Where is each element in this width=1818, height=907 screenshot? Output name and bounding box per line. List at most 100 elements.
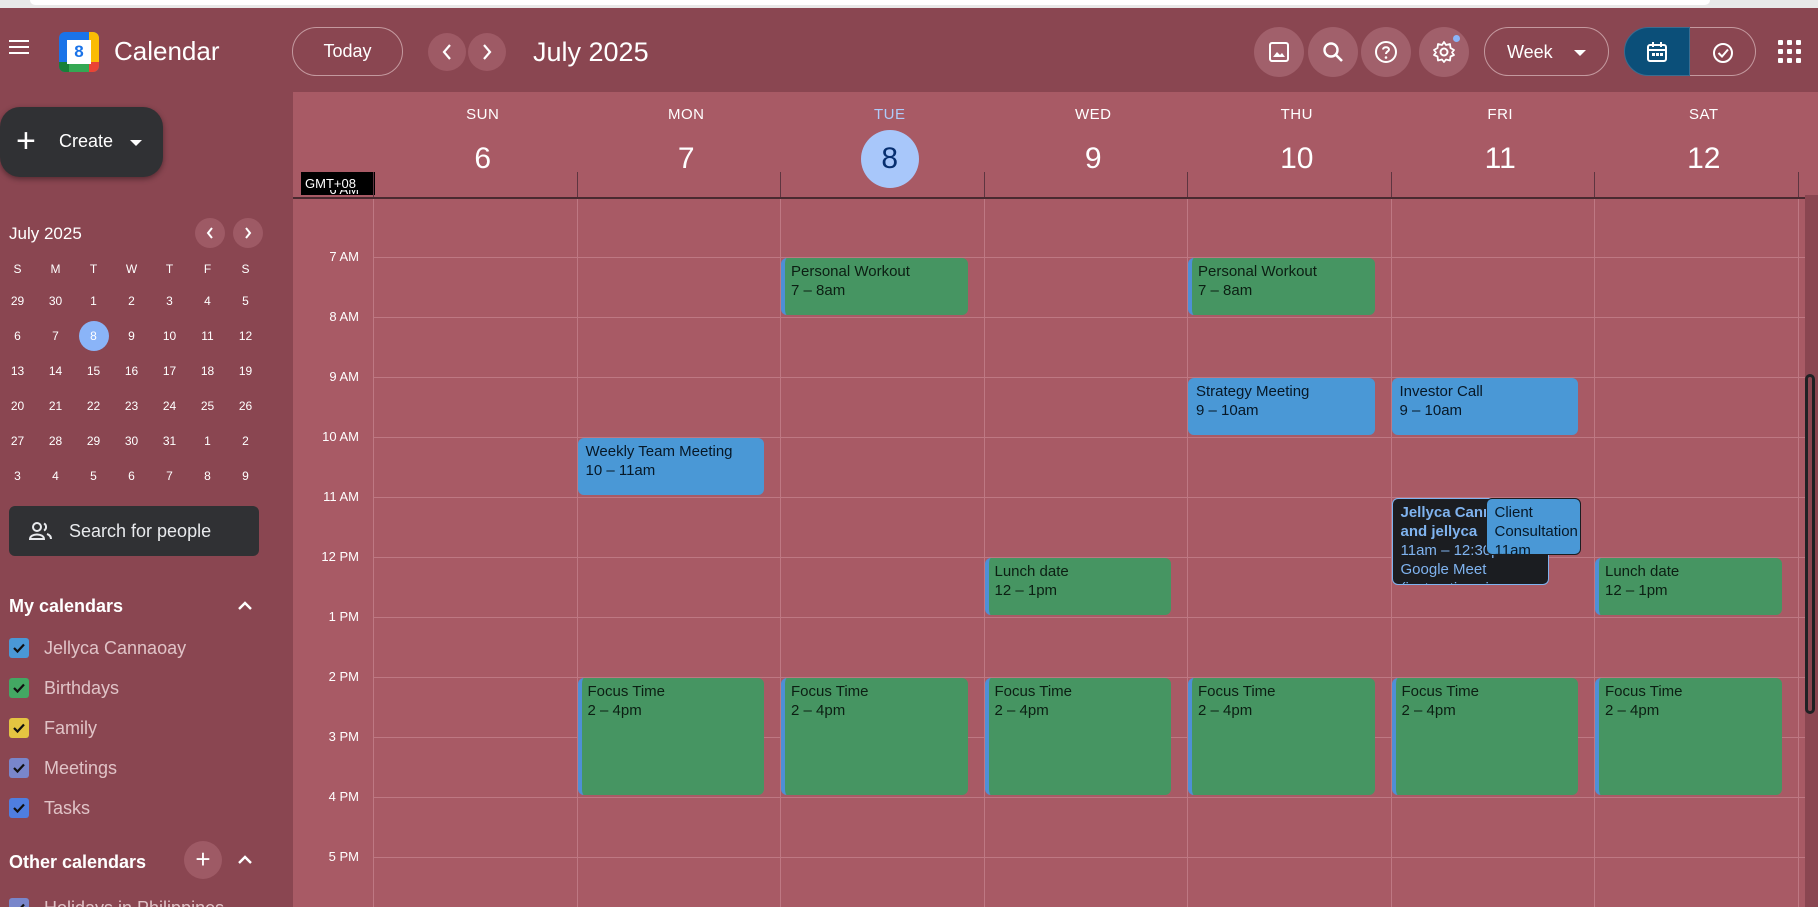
mini-calendar-day[interactable]: 1 <box>73 284 114 319</box>
day-number[interactable]: 6 <box>454 130 512 188</box>
search-for-people-input[interactable]: Search for people <box>9 506 259 556</box>
mini-calendar-day[interactable]: 30 <box>35 284 76 319</box>
calendar-event[interactable]: Focus Time 2 – 4pm <box>1391 678 1578 795</box>
mini-calendar-day[interactable]: 5 <box>225 284 266 319</box>
apps-grid-icon[interactable] <box>1778 40 1802 64</box>
calendar-view-toggle[interactable] <box>1624 27 1690 76</box>
mini-calendar-day[interactable]: 18 <box>187 354 228 389</box>
mini-calendar-day[interactable]: 29 <box>0 284 38 319</box>
mini-calendar-day[interactable]: 2 <box>225 424 266 459</box>
mini-calendar-day[interactable]: 7 <box>35 319 76 354</box>
mini-calendar-day[interactable]: 3 <box>149 284 190 319</box>
weekday-initial: T <box>165 262 174 276</box>
mini-calendar-next-button[interactable] <box>233 218 263 248</box>
app-title[interactable]: Calendar <box>114 36 220 67</box>
mini-calendar-day[interactable]: 25 <box>187 389 228 424</box>
day-number[interactable]: 7 <box>657 130 715 188</box>
mini-calendar-day[interactable]: 22 <box>73 389 114 424</box>
mini-calendar-day[interactable]: 21 <box>35 389 76 424</box>
mini-calendar-day[interactable]: 2 <box>111 284 152 319</box>
mini-calendar-day[interactable]: 30 <box>111 424 152 459</box>
tasks-view-toggle[interactable] <box>1690 27 1756 76</box>
help-button[interactable] <box>1361 27 1411 77</box>
background-image-button[interactable] <box>1254 27 1304 77</box>
mini-calendar-day[interactable]: 5 <box>73 459 114 494</box>
mini-calendar-day[interactable]: 19 <box>225 354 266 389</box>
mini-calendar-day[interactable]: 4 <box>35 459 76 494</box>
mini-calendar-day[interactable]: 14 <box>35 354 76 389</box>
my-calendars-title[interactable]: My calendars <box>9 596 123 617</box>
mini-calendar-day[interactable]: 7 <box>149 459 190 494</box>
mini-calendar-day[interactable]: 29 <box>73 424 114 459</box>
calendar-event[interactable]: Lunch date 12 – 1pm <box>1595 558 1782 615</box>
mini-calendar-day[interactable]: 11 <box>187 319 228 354</box>
day-number[interactable]: 9 <box>1064 130 1122 188</box>
grid-scrollbar[interactable] <box>1805 374 1815 714</box>
add-other-calendar-button[interactable]: + <box>184 841 222 879</box>
settings-button[interactable] <box>1419 27 1469 77</box>
mini-calendar-day[interactable]: 31 <box>149 424 190 459</box>
mini-calendar-day[interactable]: 1 <box>187 424 228 459</box>
calendar-event[interactable]: Focus Time 2 – 4pm <box>1188 678 1375 795</box>
calendar-item[interactable]: Tasks <box>9 793 279 823</box>
calendar-event[interactable]: Lunch date 12 – 1pm <box>984 558 1171 615</box>
calendar-event[interactable]: Personal Workout 7 – 8am <box>781 258 968 315</box>
previous-week-button[interactable] <box>428 33 466 71</box>
day-number[interactable]: 10 <box>1268 130 1326 188</box>
mini-calendar-day[interactable]: 12 <box>225 319 266 354</box>
calendar-item[interactable]: Birthdays <box>9 673 279 703</box>
calendar-item[interactable]: Holidays in Philippines <box>9 893 279 907</box>
mini-calendar-day[interactable]: 10 <box>149 319 190 354</box>
mini-calendar-day[interactable]: 6 <box>111 459 152 494</box>
calendar-item[interactable]: Jellyca Cannaoay <box>9 633 279 663</box>
calendar-event[interactable]: Client Consultation 11am <box>1485 498 1581 555</box>
mini-calendar-day[interactable]: 27 <box>0 424 38 459</box>
mini-calendar-day[interactable]: 20 <box>0 389 38 424</box>
mini-calendar-day[interactable]: 8 <box>187 459 228 494</box>
mini-calendar-day[interactable]: 9 <box>225 459 266 494</box>
calendar-logo-icon[interactable]: 8 <box>59 32 99 72</box>
create-button[interactable]: + Create <box>0 107 163 177</box>
calendar-event[interactable]: Focus Time 2 – 4pm <box>781 678 968 795</box>
calendar-checkbox[interactable] <box>9 638 29 658</box>
day-number[interactable]: 12 <box>1675 130 1733 188</box>
calendar-checkbox[interactable] <box>9 758 29 778</box>
calendar-event[interactable]: Strategy Meeting 9 – 10am <box>1188 378 1375 435</box>
mini-calendar-day[interactable]: 13 <box>0 354 38 389</box>
mini-calendar-day[interactable]: 16 <box>111 354 152 389</box>
calendar-event[interactable]: Investor Call 9 – 10am <box>1391 378 1578 435</box>
calendar-event[interactable]: Weekly Team Meeting 10 – 11am <box>577 438 764 495</box>
calendar-checkbox[interactable] <box>9 898 29 907</box>
next-week-button[interactable] <box>468 33 506 71</box>
mini-calendar-day[interactable]: 28 <box>35 424 76 459</box>
calendar-checkbox[interactable] <box>9 718 29 738</box>
calendar-event[interactable]: Focus Time 2 – 4pm <box>1595 678 1782 795</box>
mini-calendar-day[interactable]: 15 <box>73 354 114 389</box>
calendar-event[interactable]: Personal Workout 7 – 8am <box>1188 258 1375 315</box>
calendar-checkbox[interactable] <box>9 798 29 818</box>
mini-calendar-prev-button[interactable] <box>195 218 225 248</box>
day-number[interactable]: 8 <box>860 130 919 188</box>
calendar-item[interactable]: Family <box>9 713 279 743</box>
view-selector[interactable]: Week <box>1484 27 1609 76</box>
main-menu-icon[interactable] <box>6 36 32 62</box>
mini-calendar-day[interactable]: 26 <box>225 389 266 424</box>
mini-calendar-day[interactable]: 23 <box>111 389 152 424</box>
today-button[interactable]: Today <box>292 27 403 76</box>
calendar-event[interactable]: Focus Time 2 – 4pm <box>577 678 764 795</box>
mini-calendar-day[interactable]: 24 <box>149 389 190 424</box>
calendar-checkbox[interactable] <box>9 678 29 698</box>
mini-calendar-today[interactable]: 8 <box>73 319 114 354</box>
mini-calendar-day[interactable]: 3 <box>0 459 38 494</box>
search-button[interactable] <box>1308 27 1358 77</box>
mini-calendar-day[interactable]: 6 <box>0 319 38 354</box>
collapse-other-calendars-button[interactable] <box>232 847 258 873</box>
mini-calendar-day[interactable]: 17 <box>149 354 190 389</box>
day-number[interactable]: 11 <box>1471 130 1529 188</box>
collapse-my-calendars-button[interactable] <box>232 593 258 619</box>
mini-calendar-day[interactable]: 9 <box>111 319 152 354</box>
other-calendars-title[interactable]: Other calendars <box>9 852 146 873</box>
calendar-item[interactable]: Meetings <box>9 753 279 783</box>
calendar-event[interactable]: Focus Time 2 – 4pm <box>984 678 1171 795</box>
mini-calendar-day[interactable]: 4 <box>187 284 228 319</box>
